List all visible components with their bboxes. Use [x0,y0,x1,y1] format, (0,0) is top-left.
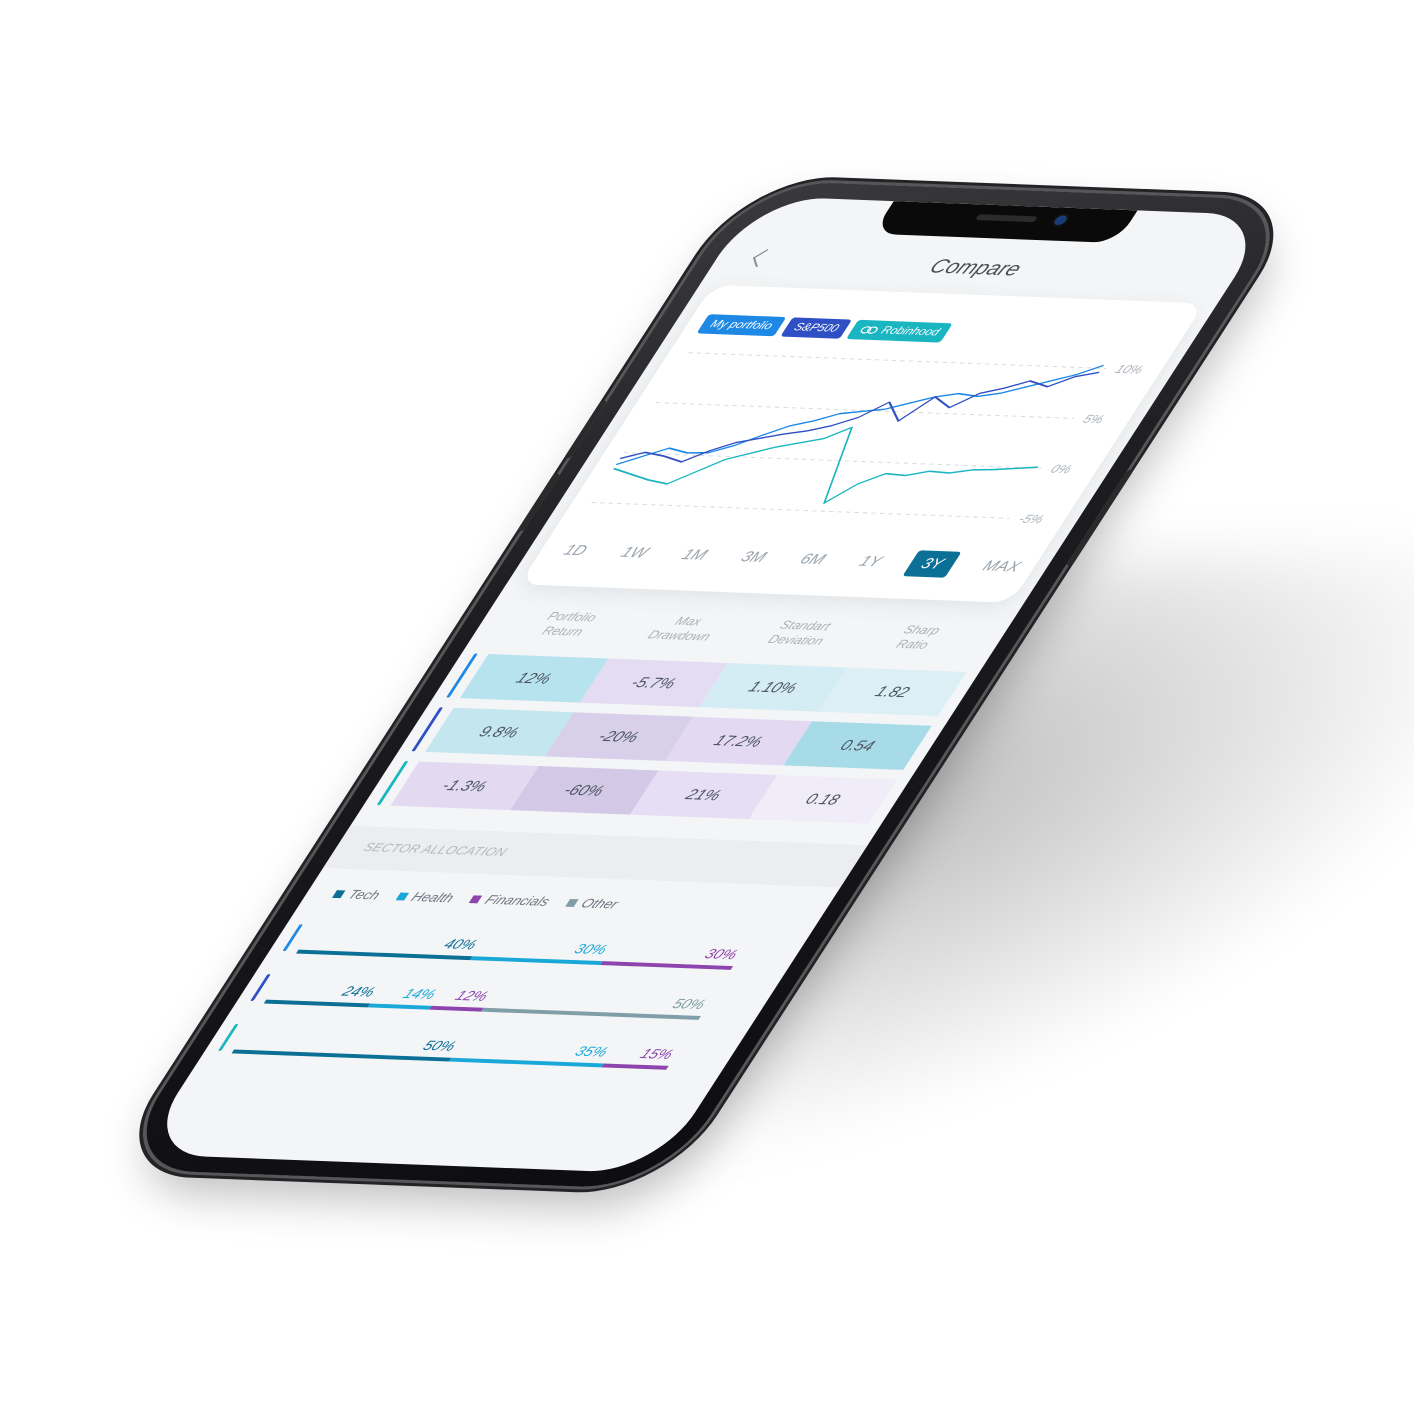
allocation-row: 50% 35% 15% [213,1024,727,1077]
chart-card: 10% 5% 0% -5% My portfolio S&P500 Robinhood 1… [519,284,1205,603]
allocation-segment [428,1005,484,1012]
legend-swatch [395,892,410,901]
stats-header-line: Return [539,623,587,639]
allocation-segment [448,1057,604,1068]
grid-line [591,502,1010,519]
stats-header: Portfolio Return [505,608,630,641]
allocation-label: 30% [701,945,742,963]
stats-cell: 0.54 [783,721,932,770]
compare-tag-label: My portfolio [707,318,776,333]
series-line [619,371,1100,463]
stats-header: Sharp Ratio [855,621,980,654]
legend-swatch [565,898,579,907]
compare-tag[interactable]: My portfolio [696,314,787,337]
allocation-segment [368,1003,432,1010]
allocation-row: 40% 30% 30% [277,924,791,977]
stats-headers: Portfolio Return Max Drawdown Standart Deviat… [505,608,979,654]
legend-label: Financials [482,892,554,909]
allocation-label: 50% [669,995,710,1013]
y-tick-label: -5% [1016,512,1047,526]
allocation-label: 14% [399,985,440,1002]
period-3m[interactable]: 3M [728,545,778,570]
compare-tag-label: Robinhood [878,324,943,339]
stats-header-line: Drawdown [645,627,714,644]
period-1d[interactable]: 1D [551,538,600,563]
allocation-segment [481,1007,701,1020]
allocation-segment [263,999,371,1008]
allocation-label: 12% [452,987,492,1004]
stats-cell: 0.18 [749,775,898,824]
series-line [616,364,1104,466]
stats-row: 9.8% -20% 17.2% 0.54 [411,707,932,770]
stats-header: Standart Deviation [738,617,863,650]
stats-header-line: Sharp [900,622,944,638]
allocation-row: 24% 14% 12% 50% [245,974,759,1027]
period-3y[interactable]: 3Y [902,550,963,578]
legend-item-other: Other [563,895,622,911]
allocation-label: 40% [440,935,481,953]
period-1w[interactable]: 1W [608,540,660,565]
sector-section-header: SECTOR ALLOCATION [323,825,868,888]
stats-row: -1.3% -60% 21% 0.18 [376,760,898,824]
stats-header-line: Ratio [893,637,932,652]
y-tick-label: 0% [1048,462,1075,476]
series-line [612,426,1039,504]
legend-label: Health [408,889,458,906]
period-1y[interactable]: 1Y [847,549,895,574]
link-icon [860,326,879,334]
allocation-bar [296,949,734,970]
stats-header-line: Max [672,614,706,629]
legend-item-financials: Financials [467,891,554,909]
page-title: Compare [924,255,1026,281]
allocation-segment [600,961,734,970]
compare-tag[interactable]: S&P500 [780,317,853,339]
stats-cell: 1.82 [818,667,967,717]
legend-item-health: Health [393,889,457,905]
row-marker [250,974,271,1002]
notch [872,201,1138,243]
row-marker [217,1024,239,1051]
period-max[interactable]: MAX [970,554,1033,580]
legend-label: Other [577,895,622,912]
y-tick-label: 5% [1080,412,1107,426]
allocation-segment [231,1049,452,1062]
period-1m[interactable]: 1M [669,542,719,567]
allocation-label: 15% [637,1045,677,1062]
allocation-label: 50% [419,1037,460,1054]
compare-tag-label: S&P500 [791,321,842,335]
period-6m[interactable]: 6M [788,547,838,572]
sector-legend: Tech Health Financials Other [330,886,622,911]
allocation-label: 30% [571,940,611,958]
stats-header-line: Standart [776,617,834,634]
stats-header: Max Drawdown [621,612,746,645]
compare-tag[interactable]: Robinhood [846,319,954,343]
row-marker [282,924,303,952]
stats-table: 12% -5.7% 1.10% 1.82 9.8% -20% 17.2% 0.54 -1.3% -… [370,653,967,833]
allocation-label: 24% [339,983,379,1000]
stats-header-line: Deviation [765,632,827,648]
allocation-segment [600,1063,669,1070]
allocation-label: 35% [572,1042,612,1060]
legend-swatch [469,894,483,903]
legend-swatch [332,889,346,898]
allocation-segment [469,956,603,965]
front-camera [1052,215,1070,226]
stats-row: 12% -5.7% 1.10% 1.82 [446,653,967,717]
stats-header-line: Portfolio [544,609,600,625]
y-tick-label: 10% [1112,362,1146,376]
legend-label: Tech [344,886,384,903]
speaker-grille [975,214,1039,223]
section-title: SECTOR ALLOCATION [360,840,511,859]
grid-line [688,352,1107,369]
legend-item-tech: Tech [330,886,384,902]
